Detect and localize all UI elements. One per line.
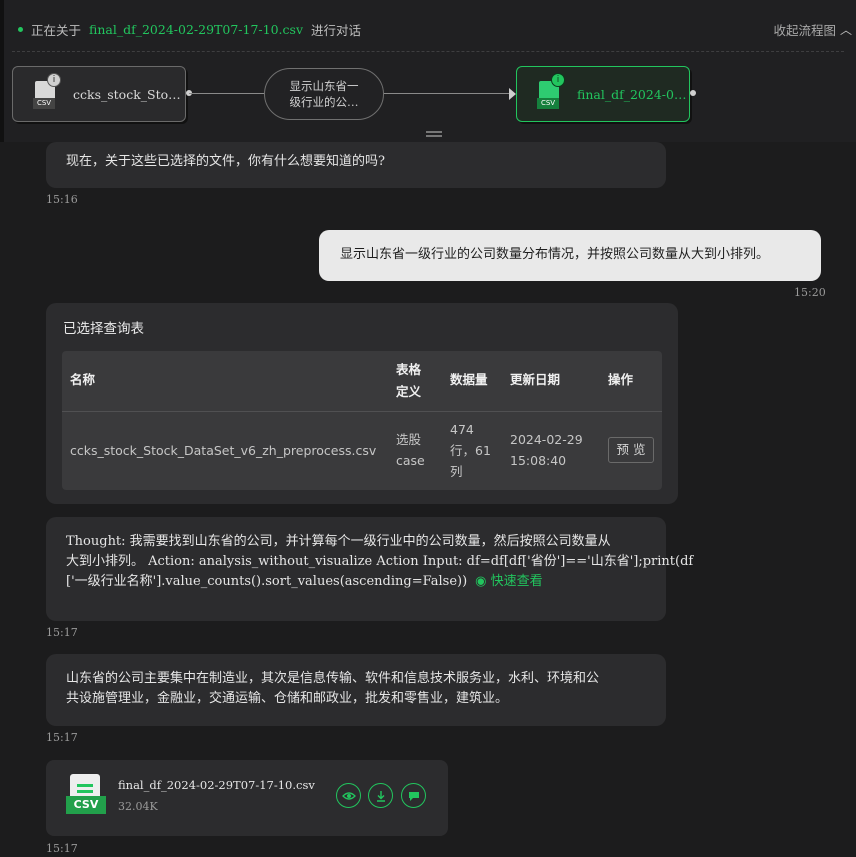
connector-port[interactable] <box>690 90 696 96</box>
user-message: 显示山东省一级行业的公司数量分布情况，并按照公司数量从大到小排列。 <box>319 230 821 281</box>
file-size: 32.04K <box>118 800 158 813</box>
divider <box>12 51 844 52</box>
flow-node-label: final_df_2024-0… <box>577 86 687 102</box>
flow-panel: 正在关于 final_df_2024-02-29T07-17-10.csv 进行… <box>0 0 856 142</box>
message-text: 现在，关于这些已选择的文件，你有什么想要知道的吗? <box>66 154 385 169</box>
timestamp: 15:16 <box>46 193 78 206</box>
context-prefix: 正在关于 <box>31 22 82 38</box>
table-cell-definition: 选股 case <box>396 432 425 468</box>
csv-file-icon: CSV i <box>33 73 61 109</box>
timestamp: 15:17 <box>46 626 78 639</box>
flow-node-query-step[interactable]: 显示山东省一 级行业的公… <box>264 68 384 120</box>
context-suffix: 进行对话 <box>311 22 362 38</box>
flow-node-source-file[interactable]: CSV i ccks_stock_Sto… <box>12 66 186 122</box>
arrow-right-icon <box>509 88 516 100</box>
csv-file-icon: CSV i <box>537 73 565 109</box>
flow-connector <box>384 93 510 94</box>
info-icon[interactable]: i <box>551 73 565 87</box>
csv-file-icon: CSV <box>66 774 108 816</box>
assistant-message: 现在，关于这些已选择的文件，你有什么想要知道的吗? <box>46 142 666 188</box>
column-header-name: 名称 <box>70 372 96 387</box>
flow-node-result-file[interactable]: CSV i final_df_2024-0… <box>516 66 690 122</box>
status-dot-icon <box>18 26 23 32</box>
chat-with-file-button[interactable] <box>401 783 426 808</box>
flow-step-label-line1: 显示山东省一 <box>289 79 359 93</box>
file-name: final_df_2024-02-29T07-17-10.csv <box>118 778 315 792</box>
selected-table-card: 已选择查询表 名称 表格定义 数据量 更新日期 操作 ccks_stock_St… <box>46 303 678 504</box>
column-header-size: 数据量 <box>450 372 488 387</box>
table-divider <box>62 411 662 412</box>
flow-connector <box>189 93 264 94</box>
thought-text: Thought: 我需要找到山东省的公司，并计算每个一级行业中的公司数量，然后按… <box>66 534 694 589</box>
download-file-button[interactable] <box>368 783 393 808</box>
context-file-link[interactable]: final_df_2024-02-29T07-17-10.csv <box>89 22 303 37</box>
collapse-flow-button[interactable]: 收起流程图 ︿ <box>773 18 856 40</box>
file-attachment-card: CSV final_df_2024-02-29T07-17-10.csv 32.… <box>46 760 448 836</box>
resize-handle[interactable] <box>426 131 442 137</box>
column-header-action: 操作 <box>608 372 634 387</box>
eye-icon <box>341 791 356 800</box>
preview-file-button[interactable] <box>336 783 361 808</box>
table-cell-date: 2024-02-29 15:08:40 <box>510 432 583 468</box>
eye-icon: ◉ <box>475 574 487 589</box>
column-header-date: 更新日期 <box>510 372 561 387</box>
message-text: 显示山东省一级行业的公司数量分布情况，并按照公司数量从大到小排列。 <box>340 247 770 262</box>
conversation-context: 正在关于 final_df_2024-02-29T07-17-10.csv 进行… <box>18 18 361 40</box>
card-title: 已选择查询表 <box>63 321 144 337</box>
timestamp: 15:20 <box>794 286 826 299</box>
flow-step-label-line2: 级行业的公… <box>289 95 359 109</box>
table-cell-name: ccks_stock_Stock_DataSet_v6_zh_preproces… <box>70 443 377 458</box>
collapse-flow-label: 收起流程图 <box>773 22 836 38</box>
column-header-definition: 表格定义 <box>396 362 422 399</box>
preview-button[interactable]: 预 览 <box>608 437 654 463</box>
window-edge <box>0 0 4 142</box>
quick-view-link[interactable]: ◉ 快速查看 <box>475 574 543 589</box>
assistant-thought-message: Thought: 我需要找到山东省的公司，并计算每个一级行业中的公司数量，然后按… <box>46 517 694 621</box>
flow-node-label: ccks_stock_Sto… <box>73 86 181 102</box>
answer-text: 山东省的公司主要集中在制造业，其次是信息传输、软件和信息技术服务业，水利、环境和… <box>66 671 600 706</box>
timestamp: 15:17 <box>46 842 78 855</box>
info-icon[interactable]: i <box>47 73 61 87</box>
chat-icon <box>408 791 419 801</box>
table-cell-size: 474 行，61 列 <box>450 422 491 479</box>
timestamp: 15:17 <box>46 731 78 744</box>
assistant-answer-message: 山东省的公司主要集中在制造业，其次是信息传输、软件和信息技术服务业，水利、环境和… <box>46 654 666 726</box>
download-icon <box>376 790 385 802</box>
query-table: 名称 表格定义 数据量 更新日期 操作 ccks_stock_Stock_Dat… <box>62 351 662 490</box>
chevron-up-icon: ︿ <box>839 22 852 37</box>
